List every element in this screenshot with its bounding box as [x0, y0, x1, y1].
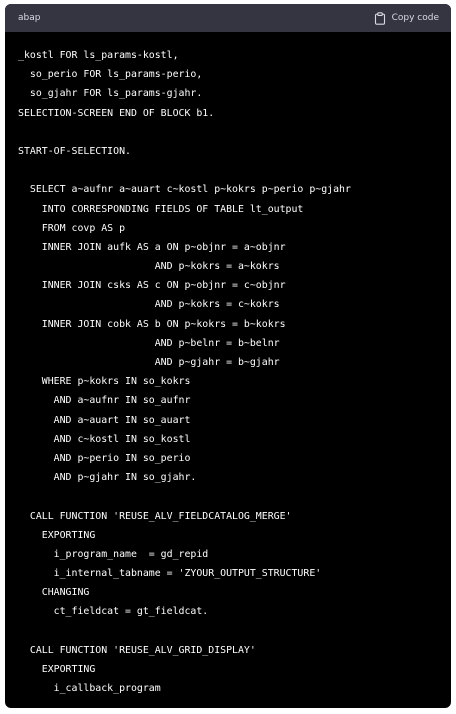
code-line: AND p~perio IN so_perio — [18, 452, 191, 464]
code-line: so_gjahr FOR ls_params-gjahr. — [18, 88, 203, 100]
code-line: AND p~belnr = b~belnr — [18, 337, 280, 349]
code-line: SELECT a~aufnr a~auart c~kostl p~kokrs p… — [18, 184, 351, 196]
code-line: AND a~aufnr IN so_aufnr — [18, 395, 191, 407]
code-line: AND p~kokrs = c~kokrs — [18, 299, 280, 311]
code-block: abap Copy code _kostl FOR ls_params-kost… — [5, 4, 451, 708]
code-line: SELECTION-SCREEN END OF BLOCK b1. — [18, 107, 215, 119]
code-line: i_program_name = gd_repid — [18, 548, 209, 560]
code-line: CALL FUNCTION 'REUSE_ALV_GRID_DISPLAY' — [18, 644, 256, 656]
code-line: i_callback_program — [18, 683, 161, 695]
code-line: EXPORTING — [18, 529, 96, 541]
code-line: INNER JOIN aufk AS a ON p~objnr = a~objn… — [18, 241, 286, 253]
code-line: _kostl FOR ls_params-kostl, — [18, 50, 179, 61]
code-line: CALL FUNCTION 'REUSE_ALV_FIELDCATALOG_ME… — [18, 510, 292, 522]
copy-code-button[interactable]: Copy code — [374, 11, 439, 25]
code-line: AND p~gjahr IN so_gjahr. — [18, 472, 197, 484]
code-line: INTO CORRESPONDING FIELDS OF TABLE lt_ou… — [18, 203, 304, 215]
code-line: AND c~kostl IN so_kostl — [18, 433, 191, 445]
code-line: WHERE p~kokrs IN so_kokrs — [18, 376, 191, 388]
code-line: i_internal_tabname = 'ZYOUR_OUTPUT_STRUC… — [18, 568, 322, 580]
code-line: FROM covp AS p — [18, 222, 126, 234]
code-content: _kostl FOR ls_params-kostl, so_perio FOR… — [18, 46, 445, 698]
code-line: START-OF-SELECTION. — [18, 145, 131, 157]
code-line: CHANGING — [18, 587, 90, 599]
code-block-header: abap Copy code — [5, 4, 451, 32]
code-line: AND p~kokrs = a~kokrs — [18, 261, 280, 273]
code-line: AND a~auart IN so_auart — [18, 414, 191, 426]
copy-code-label: Copy code — [391, 13, 439, 23]
code-line: EXPORTING — [18, 664, 96, 675]
clipboard-icon — [374, 11, 386, 25]
code-line: INNER JOIN cobk AS b ON p~kokrs = b~kokr… — [18, 318, 286, 330]
code-line: AND p~gjahr = b~gjahr — [18, 357, 280, 368]
code-line: INNER JOIN csks AS c ON p~objnr = c~objn… — [18, 280, 286, 292]
code-line: so_perio FOR ls_params-perio, — [18, 69, 203, 81]
language-label: abap — [18, 13, 41, 23]
code-line: ct_fieldcat = gt_fieldcat. — [18, 606, 209, 618]
